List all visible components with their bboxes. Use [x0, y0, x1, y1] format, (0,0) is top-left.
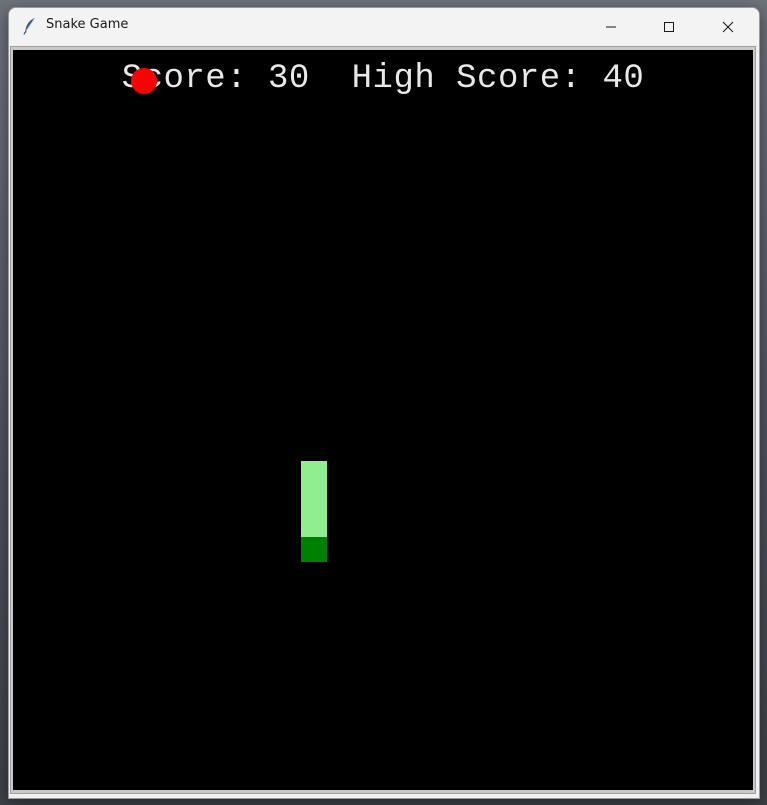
feather-icon: [23, 17, 37, 35]
scoreboard: Score: 30 High Score: 40: [13, 60, 753, 98]
minimize-icon: [605, 21, 617, 33]
close-icon: [722, 21, 734, 33]
minimize-button[interactable]: [582, 8, 640, 45]
app-window: Snake Game Score: 30 High Score: 40: [8, 7, 760, 799]
maximize-icon: [663, 21, 675, 33]
game-canvas[interactable]: Score: 30 High Score: 40: [13, 50, 753, 790]
close-button[interactable]: [699, 8, 757, 45]
score-value: 30: [268, 60, 310, 98]
high-score-label: High Score:: [351, 60, 582, 98]
window-title: Snake Game: [46, 17, 129, 32]
maximize-button[interactable]: [640, 8, 698, 45]
canvas-frame: Score: 30 High Score: 40: [10, 46, 756, 794]
snake-body: [301, 461, 327, 538]
snake-head: [301, 537, 327, 562]
title-bar[interactable]: Snake Game: [9, 8, 759, 45]
high-score-value: 40: [602, 60, 645, 98]
food-pellet: [131, 68, 157, 94]
